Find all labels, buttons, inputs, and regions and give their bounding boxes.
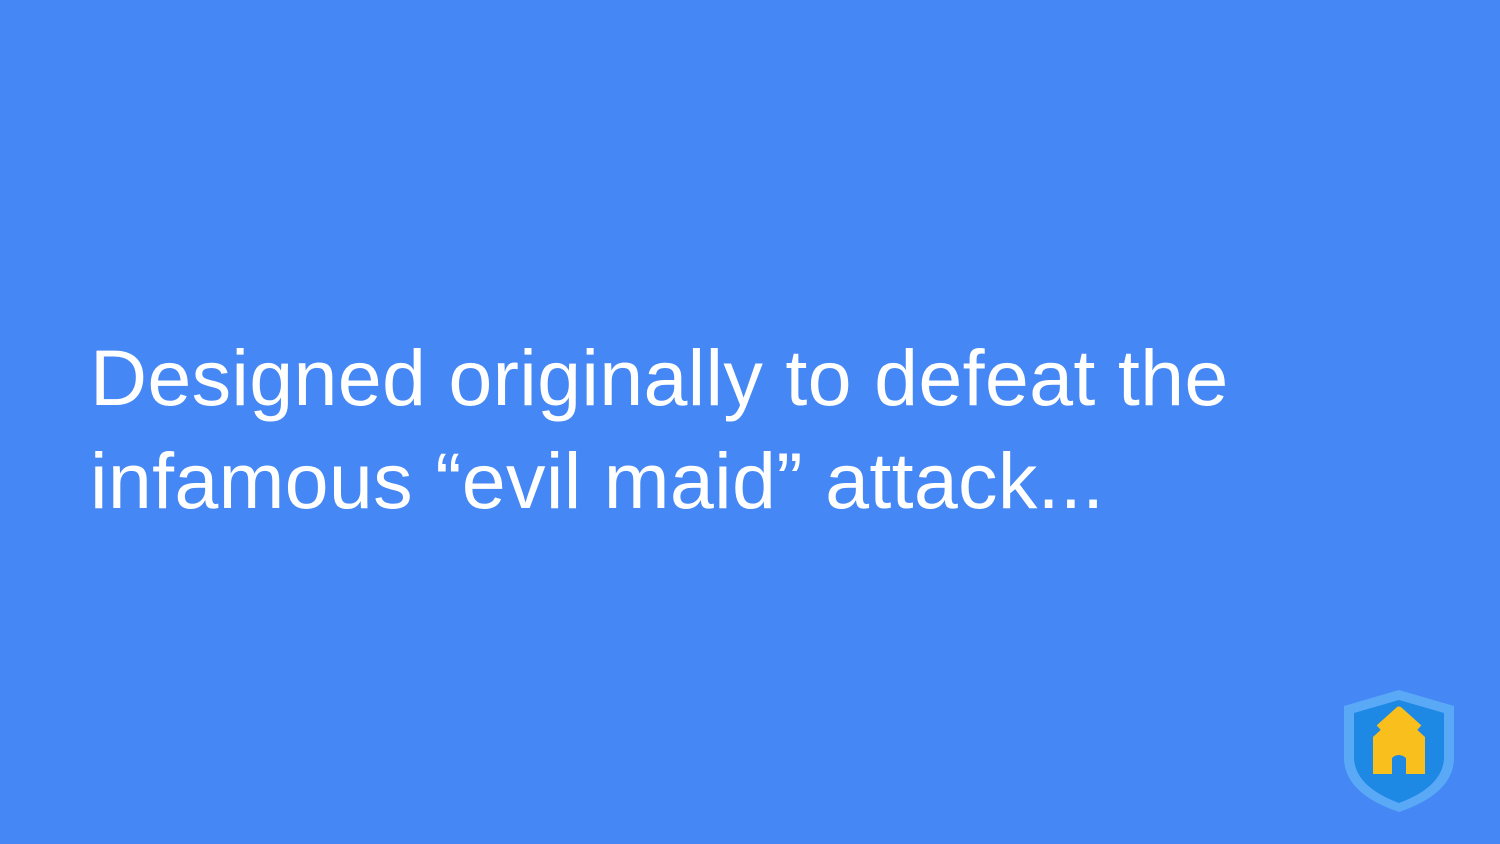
shield-house-icon bbox=[1342, 688, 1456, 814]
statement-line-1: Designed originally to defeat the bbox=[90, 333, 1229, 422]
statement-line-2: infamous “evil maid” attack... bbox=[90, 436, 1105, 525]
slide-statement: Designed originally to defeat the infamo… bbox=[90, 326, 1390, 532]
slide: Designed originally to defeat the infamo… bbox=[0, 0, 1500, 844]
